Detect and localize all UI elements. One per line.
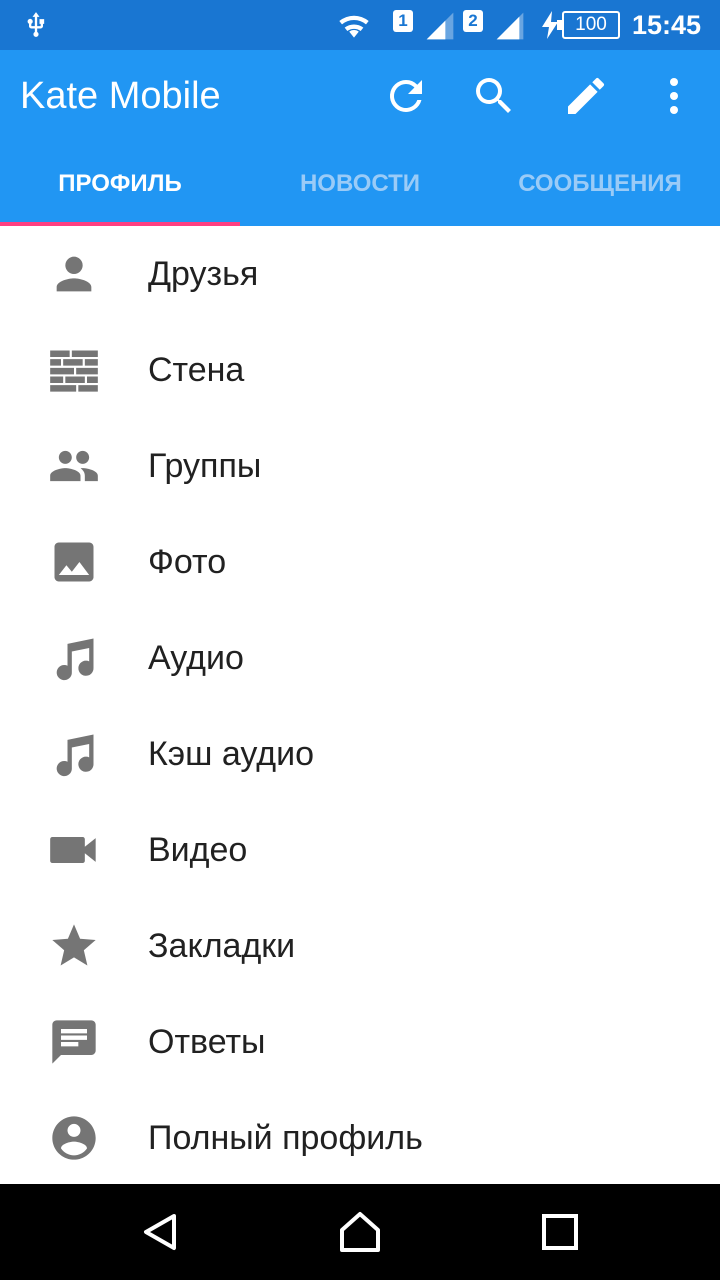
menu-item-label: Ответы [148, 1023, 266, 1061]
recents-icon[interactable] [536, 1208, 584, 1256]
menu-item-bookmarks[interactable]: Закладки [0, 898, 720, 994]
search-icon[interactable] [470, 72, 518, 120]
app-bar: Kate Mobile ПРОФИЛЬ НОВОСТИ СООБЩЕНИЯ [0, 50, 720, 226]
account-circle-icon [52, 1116, 96, 1160]
system-nav-bar [0, 1184, 720, 1280]
music-note-icon [56, 638, 94, 681]
menu-item-label: Фото [148, 543, 227, 581]
menu-item-full-profile[interactable]: Полный профиль [0, 1090, 720, 1186]
more-vert-icon[interactable] [650, 72, 698, 120]
back-icon[interactable] [136, 1208, 184, 1256]
sim2-badge: 2 [463, 10, 483, 32]
profile-menu-list: Друзья Стена Группы Фото Аудио Кэш аудио [0, 226, 720, 1186]
menu-item-video[interactable]: Видео [0, 802, 720, 898]
menu-item-label: Кэш аудио [148, 735, 315, 773]
tab-news[interactable]: НОВОСТИ [240, 150, 480, 226]
signal-icon [426, 12, 454, 40]
menu-item-wall[interactable]: Стена [0, 322, 720, 418]
menu-item-label: Видео [148, 831, 248, 869]
group-icon [50, 450, 98, 482]
star-icon [52, 924, 96, 966]
menu-item-label: Стена [148, 351, 245, 389]
tab-profile[interactable]: ПРОФИЛЬ [0, 150, 240, 226]
status-bar: 1 2 100 15:45 [0, 0, 720, 50]
menu-item-label: Группы [148, 447, 262, 485]
tab-bar: ПРОФИЛЬ НОВОСТИ СООБЩЕНИЯ [0, 150, 720, 226]
videocam-icon [50, 837, 96, 863]
comment-icon [52, 1020, 96, 1064]
photo-icon [54, 542, 94, 582]
menu-item-audio-cache[interactable]: Кэш аудио [0, 706, 720, 802]
menu-item-photo[interactable]: Фото [0, 514, 720, 610]
person-icon [56, 256, 92, 292]
tab-messages[interactable]: СООБЩЕНИЯ [480, 150, 720, 226]
home-icon[interactable] [336, 1208, 384, 1256]
menu-item-audio[interactable]: Аудио [0, 610, 720, 706]
menu-item-label: Друзья [148, 255, 259, 293]
refresh-icon[interactable] [382, 72, 430, 120]
edit-icon[interactable] [562, 72, 610, 120]
sim1-badge: 1 [393, 10, 413, 32]
menu-item-label: Полный профиль [148, 1119, 423, 1157]
usb-icon [27, 12, 45, 37]
music-note-icon [56, 734, 94, 777]
signal-icon [496, 12, 524, 40]
wall-icon [50, 350, 98, 392]
menu-item-label: Закладки [148, 927, 296, 965]
menu-item-label: Аудио [148, 639, 244, 677]
menu-item-replies[interactable]: Ответы [0, 994, 720, 1090]
clock: 15:45 [632, 10, 702, 40]
menu-item-friends[interactable]: Друзья [0, 226, 720, 322]
menu-item-groups[interactable]: Группы [0, 418, 720, 514]
app-title: Kate Mobile [20, 75, 221, 117]
wifi-icon [339, 15, 369, 38]
battery-icon: 100 [557, 11, 620, 39]
